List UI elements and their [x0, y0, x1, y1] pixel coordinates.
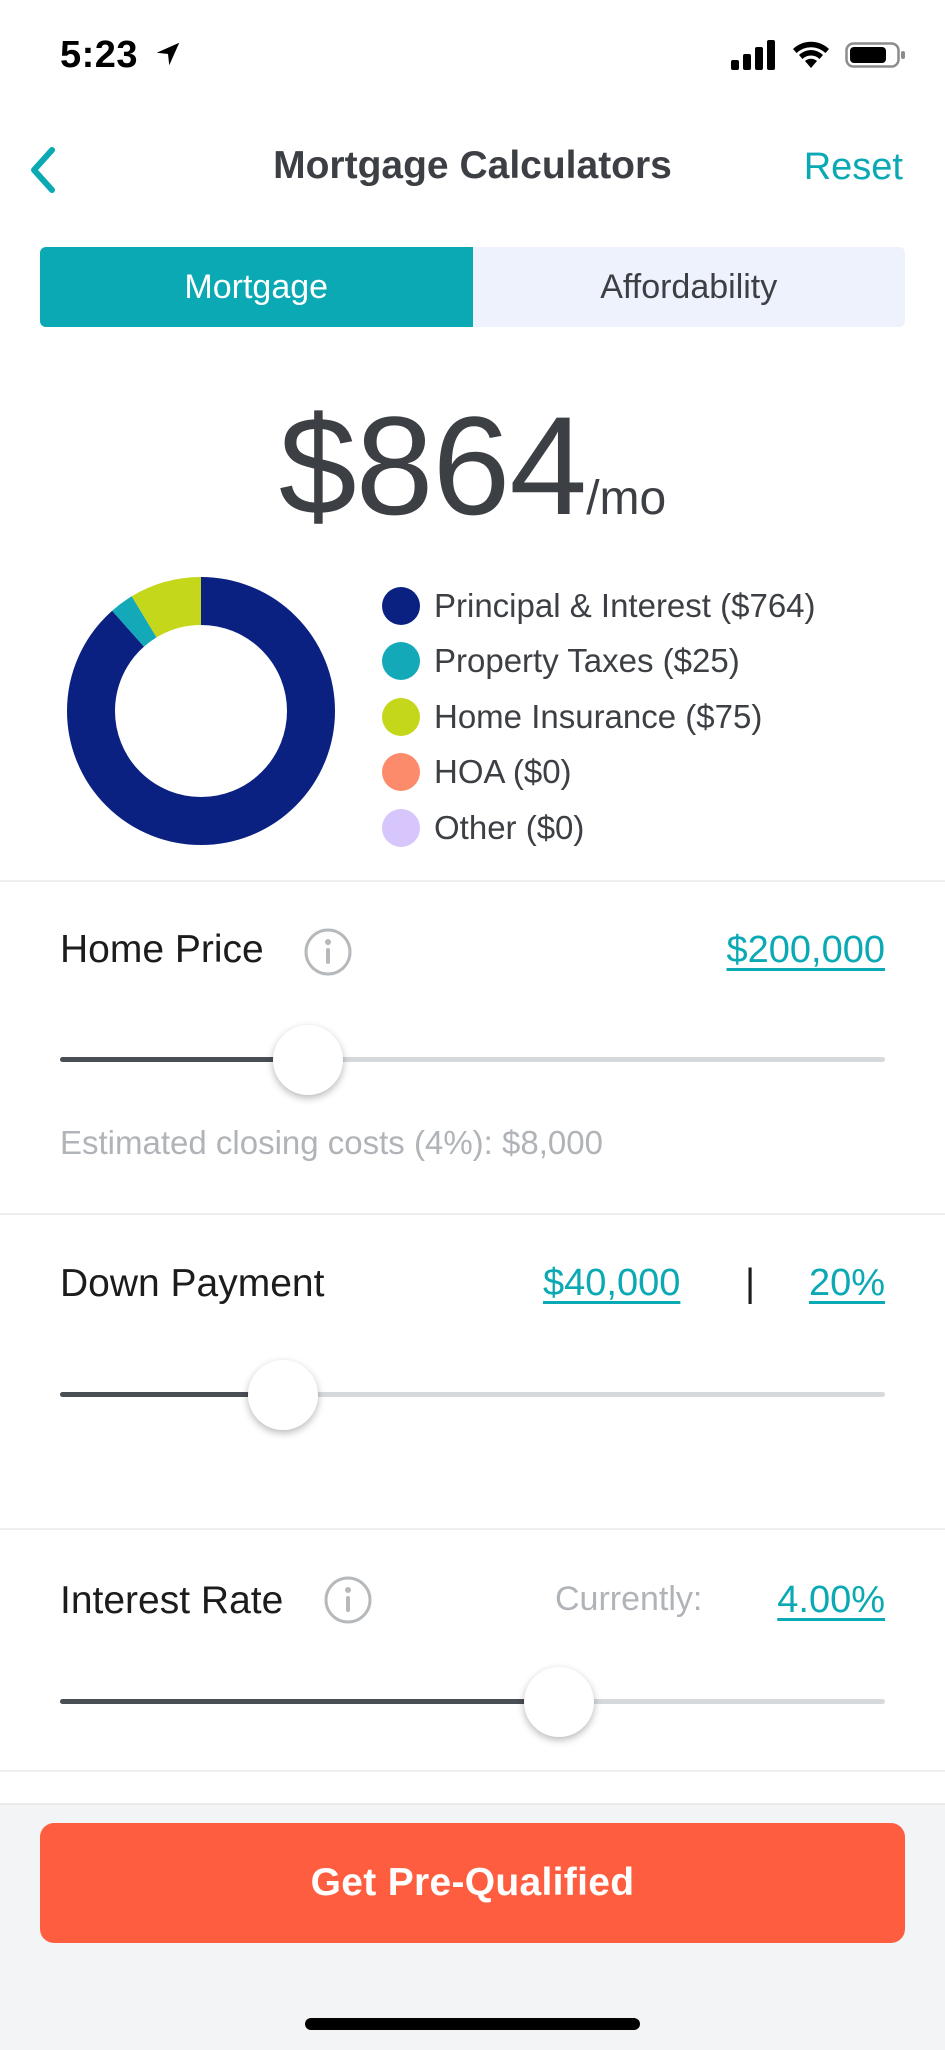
status-time: 5:23: [60, 34, 183, 77]
legend-item: Home Insurance ($75): [382, 689, 816, 745]
legend-label: Principal & Interest ($764): [434, 586, 816, 624]
tab-mortgage[interactable]: Mortgage: [40, 247, 473, 327]
divider: [0, 1770, 945, 1772]
divider: [0, 1213, 945, 1215]
legend-color-dot: [382, 697, 420, 736]
closing-costs-note: Estimated closing costs (4%): $8,000: [60, 1124, 603, 1161]
payment-unit: /mo: [586, 472, 667, 525]
location-arrow-icon: [156, 42, 180, 66]
legend-label: Home Insurance ($75): [434, 697, 763, 735]
interest-rate-slider[interactable]: [60, 1667, 885, 1737]
payment-amount: $864: [278, 387, 587, 544]
payment-breakdown-donut: [67, 577, 335, 845]
slider-thumb[interactable]: [272, 1025, 343, 1095]
down-payment-separator: |: [745, 1262, 756, 1305]
down-payment-label: Down Payment: [60, 1262, 325, 1305]
legend-color-dot: [382, 808, 420, 847]
legend-color-dot: [382, 586, 420, 625]
nav-bar: Mortgage Calculators Reset: [0, 110, 945, 230]
legend-label: HOA ($0): [434, 753, 572, 791]
signal-icon: [731, 40, 775, 70]
home-price-label: Home Price: [60, 928, 264, 971]
home-indicator: [305, 2018, 640, 2030]
wifi-icon: [793, 41, 829, 68]
legend-color-dot: [382, 642, 420, 681]
legend-item: Other ($0): [382, 800, 816, 856]
legend-item: Principal & Interest ($764): [382, 578, 816, 634]
info-icon[interactable]: [303, 927, 353, 977]
get-pre-qualified-button[interactable]: Get Pre-Qualified: [40, 1823, 905, 1943]
down-payment-amount[interactable]: $40,000: [543, 1262, 680, 1305]
down-payment-slider[interactable]: [60, 1360, 885, 1430]
home-price-slider[interactable]: [60, 1025, 885, 1095]
payment-breakdown-legend: Principal & Interest ($764) Property Taxe…: [382, 578, 816, 856]
interest-rate-value[interactable]: 4.00%: [777, 1579, 885, 1622]
donut-slice: [67, 577, 335, 845]
status-icons: [731, 40, 907, 70]
divider: [0, 880, 945, 882]
legend-label: Other ($0): [434, 808, 585, 846]
monthly-payment: $864/mo: [0, 385, 945, 547]
calculator-tabs: Mortgage Affordability: [40, 247, 905, 327]
status-bar: 5:23: [0, 0, 945, 110]
slider-fill: [60, 1057, 308, 1062]
slider-fill: [60, 1699, 560, 1704]
legend-color-dot: [382, 753, 420, 792]
battery-icon: [845, 42, 905, 68]
interest-rate-label: Interest Rate: [60, 1579, 284, 1622]
legend-label: Property Taxes ($25): [434, 642, 740, 680]
slider-thumb[interactable]: [247, 1360, 318, 1430]
status-time-text: 5:23: [60, 34, 139, 76]
slider-thumb[interactable]: [524, 1667, 595, 1737]
info-icon[interactable]: [323, 1575, 373, 1625]
down-payment-percent[interactable]: 20%: [809, 1262, 885, 1305]
home-price-value[interactable]: $200,000: [727, 929, 886, 972]
currently-label: Currently:: [555, 1580, 703, 1618]
legend-item: HOA ($0): [382, 745, 816, 801]
divider: [0, 1528, 945, 1530]
legend-item: Property Taxes ($25): [382, 634, 816, 690]
tab-affordability[interactable]: Affordability: [473, 247, 906, 327]
footer: Get Pre-Qualified: [0, 1803, 945, 2050]
reset-button[interactable]: Reset: [804, 146, 903, 189]
